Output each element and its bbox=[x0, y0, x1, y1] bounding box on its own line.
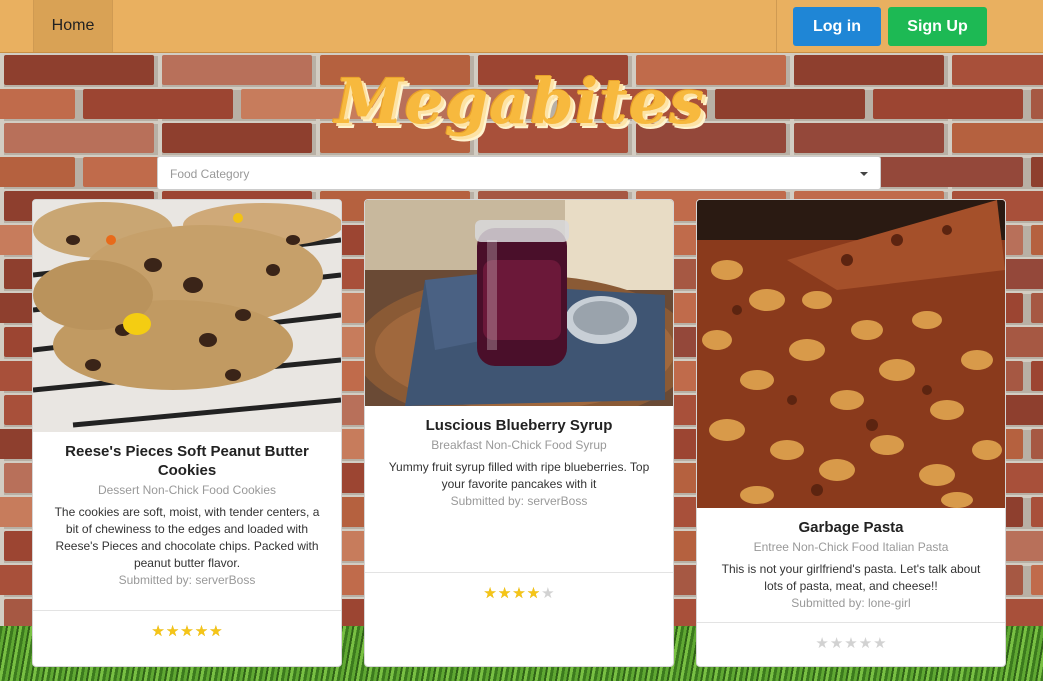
login-button[interactable]: Log in bbox=[793, 7, 881, 46]
card-title[interactable]: Luscious Blueberry Syrup bbox=[365, 416, 673, 435]
star-icon[interactable]: ★ bbox=[180, 624, 193, 639]
star-icon[interactable]: ★ bbox=[483, 586, 496, 601]
brick bbox=[0, 89, 75, 119]
card-submitted-by: Submitted by: serverBoss bbox=[450, 494, 588, 508]
star-icon[interactable]: ★ bbox=[830, 636, 843, 651]
recipe-card[interactable]: Luscious Blueberry Syrup Breakfast Non-C… bbox=[364, 199, 674, 667]
brick bbox=[1031, 497, 1043, 527]
card-title[interactable]: Reese's Pieces Soft Peanut Butter Cookie… bbox=[33, 442, 341, 480]
star-icon[interactable]: ★ bbox=[195, 624, 208, 639]
star-icon[interactable]: ★ bbox=[859, 636, 872, 651]
star-rating[interactable]: ★★★★★ bbox=[815, 635, 887, 653]
signup-button[interactable]: Sign Up bbox=[888, 7, 987, 46]
card-body: Garbage Pasta Entree Non-Chick Food Ital… bbox=[697, 518, 1005, 612]
recipe-card[interactable]: Garbage Pasta Entree Non-Chick Food Ital… bbox=[696, 199, 1006, 667]
card-description: Yummy fruit syrup filled with ripe blueb… bbox=[388, 460, 650, 491]
card-submitted-by: Submitted by: lone-girl bbox=[791, 596, 911, 610]
nav-home-link[interactable]: Home bbox=[33, 0, 113, 52]
brick bbox=[794, 55, 944, 85]
brick bbox=[1031, 429, 1043, 459]
brick bbox=[4, 123, 154, 153]
nav-divider bbox=[776, 0, 777, 52]
brick bbox=[794, 123, 944, 153]
recipe-card[interactable]: Reese's Pieces Soft Peanut Butter Cookie… bbox=[32, 199, 342, 667]
chevron-down-icon bbox=[860, 172, 868, 176]
card-title[interactable]: Garbage Pasta bbox=[697, 518, 1005, 537]
card-submitted-by: Submitted by: serverBoss bbox=[118, 573, 256, 587]
card-category: Dessert Non-Chick Food Cookies bbox=[97, 483, 277, 497]
star-rating[interactable]: ★★★★★ bbox=[483, 585, 555, 603]
brick bbox=[1031, 157, 1043, 187]
card-body: Luscious Blueberry Syrup Breakfast Non-C… bbox=[365, 416, 673, 510]
brick bbox=[83, 89, 233, 119]
card-category: Entree Non-Chick Food Italian Pasta bbox=[753, 540, 949, 554]
brick bbox=[4, 55, 154, 85]
card-body: Reese's Pieces Soft Peanut Butter Cookie… bbox=[33, 442, 341, 589]
brick bbox=[1031, 293, 1043, 323]
brick bbox=[952, 55, 1043, 85]
card-footer: ★★★★★ bbox=[697, 622, 1005, 666]
star-icon[interactable]: ★ bbox=[873, 636, 886, 651]
star-icon[interactable]: ★ bbox=[512, 586, 525, 601]
brick bbox=[162, 55, 312, 85]
food-category-placeholder: Food Category bbox=[170, 167, 250, 181]
card-description: This is not your girlfriend's pasta. Let… bbox=[721, 562, 981, 593]
brick bbox=[0, 157, 75, 187]
card-category: Breakfast Non-Chick Food Syrup bbox=[431, 438, 607, 452]
pasta-photo bbox=[697, 200, 1005, 508]
star-icon[interactable]: ★ bbox=[151, 624, 164, 639]
food-category-select[interactable]: Food Category bbox=[157, 156, 881, 190]
brick bbox=[873, 89, 1023, 119]
brick bbox=[1031, 361, 1043, 391]
star-icon[interactable]: ★ bbox=[541, 586, 554, 601]
star-icon[interactable]: ★ bbox=[498, 586, 511, 601]
star-rating[interactable]: ★★★★★ bbox=[151, 623, 223, 641]
brick bbox=[1031, 225, 1043, 255]
star-icon[interactable]: ★ bbox=[209, 624, 222, 639]
brick bbox=[952, 123, 1043, 153]
star-icon[interactable]: ★ bbox=[166, 624, 179, 639]
card-description: The cookies are soft, moist, with tender… bbox=[54, 505, 320, 570]
navbar: Home Log in Sign Up bbox=[0, 0, 1043, 53]
brick bbox=[1031, 89, 1043, 119]
star-icon[interactable]: ★ bbox=[527, 586, 540, 601]
brick bbox=[873, 157, 1023, 187]
brick bbox=[1031, 565, 1043, 595]
syrup-jar-photo bbox=[365, 200, 673, 406]
card-footer: ★★★★★ bbox=[33, 610, 341, 666]
star-icon[interactable]: ★ bbox=[844, 636, 857, 651]
site-logo[interactable]: Megabites bbox=[300, 62, 740, 142]
brick bbox=[162, 123, 312, 153]
cookie-photo bbox=[33, 200, 341, 432]
card-footer: ★★★★★ bbox=[365, 572, 673, 666]
star-icon[interactable]: ★ bbox=[815, 636, 828, 651]
